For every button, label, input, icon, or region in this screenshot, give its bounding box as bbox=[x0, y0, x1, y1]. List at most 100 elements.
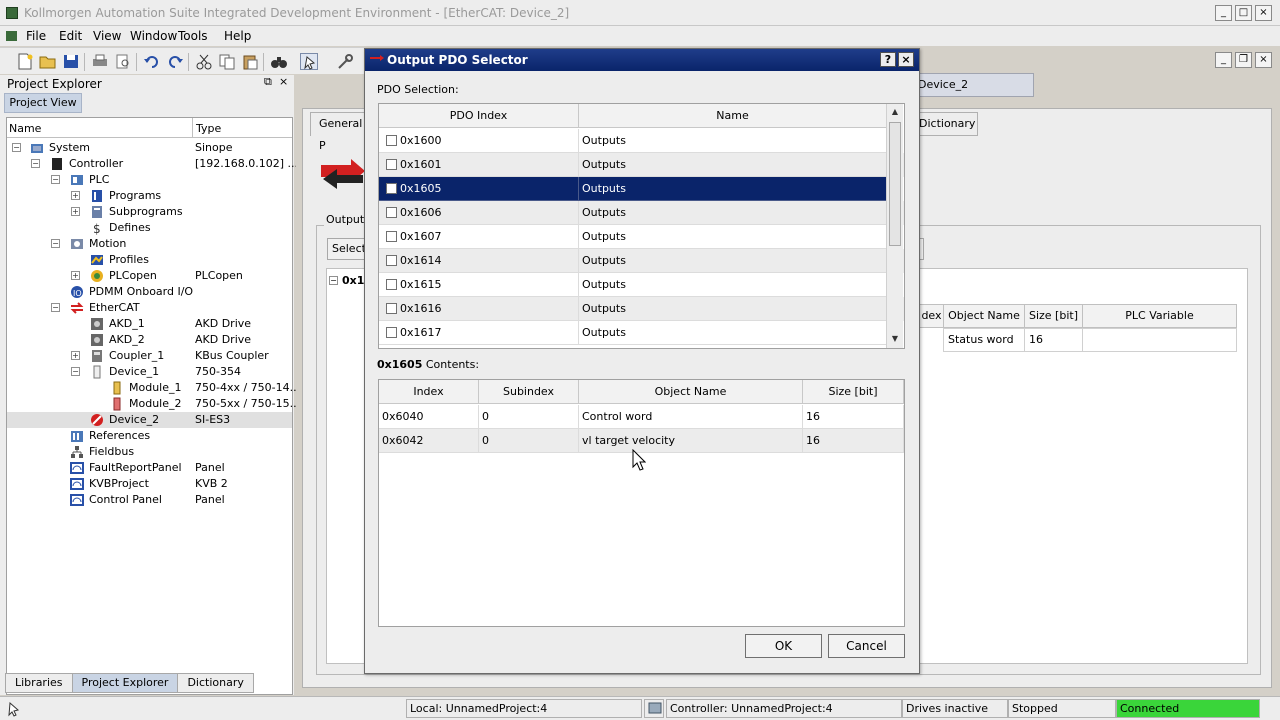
document-tab-device2[interactable]: Device_2 bbox=[913, 73, 1034, 97]
tools-icon[interactable] bbox=[336, 53, 354, 70]
pin-icon[interactable]: ⧉ bbox=[264, 75, 272, 89]
save-icon[interactable] bbox=[62, 53, 80, 70]
doc-minimize-button[interactable]: _ bbox=[1215, 52, 1232, 68]
collapse-icon[interactable]: − bbox=[329, 276, 338, 285]
tree-item-akd2[interactable]: AKD_2 AKD Drive bbox=[7, 332, 292, 348]
close-panel-icon[interactable]: × bbox=[279, 75, 288, 88]
tab-general[interactable]: General P bbox=[310, 112, 370, 152]
tree-item-akd1[interactable]: AKD_1 AKD Drive bbox=[7, 316, 292, 332]
column-header-subindex[interactable]: Subindex bbox=[479, 380, 579, 404]
column-header-name[interactable]: Name bbox=[579, 104, 887, 128]
paste-icon[interactable] bbox=[241, 53, 259, 70]
expand-icon[interactable]: + bbox=[71, 191, 80, 200]
column-header-pdo-index[interactable]: PDO Index bbox=[379, 104, 579, 128]
tree-item-references[interactable]: References bbox=[7, 428, 292, 444]
tree-item-profiles[interactable]: Profiles bbox=[7, 252, 292, 268]
tree-item-controller[interactable]: − Controller [192.168.0.102] ... bbox=[7, 156, 298, 172]
tree-item-subprograms[interactable]: + Subprograms bbox=[7, 204, 292, 220]
menu-window[interactable]: Window bbox=[130, 29, 177, 43]
expand-icon[interactable]: + bbox=[71, 271, 80, 280]
pdo-checkbox[interactable] bbox=[386, 303, 397, 314]
menu-edit[interactable]: Edit bbox=[59, 29, 82, 43]
tree-item-defines[interactable]: $ Defines bbox=[7, 220, 292, 236]
column-header-index[interactable]: Index bbox=[379, 380, 479, 404]
pdo-row-0x1606[interactable]: 0x1606 Outputs bbox=[379, 201, 904, 225]
collapse-icon[interactable]: − bbox=[12, 143, 21, 152]
tab-dictionary[interactable]: Dictionary bbox=[177, 673, 254, 693]
copy-icon[interactable] bbox=[218, 53, 236, 70]
tree-item-coupler1[interactable]: + Coupler_1 KBus Coupler bbox=[7, 348, 292, 364]
pdo-row-0x1600[interactable]: 0x1600 Outputs bbox=[379, 129, 904, 153]
redo-icon[interactable] bbox=[166, 53, 184, 70]
doc-close-button[interactable]: × bbox=[1255, 52, 1272, 68]
tree-item-ethercat[interactable]: − EtherCAT bbox=[7, 300, 292, 316]
collapse-icon[interactable]: − bbox=[51, 175, 60, 184]
tree-item-module2[interactable]: Module_2 750-5xx / 750-15... bbox=[7, 396, 300, 412]
print-preview-icon[interactable] bbox=[114, 53, 132, 70]
print-icon[interactable] bbox=[91, 53, 109, 70]
tree-item-device1[interactable]: − Device_1 750-354 bbox=[7, 364, 292, 380]
pdo-row-0x1605[interactable]: 0x1605 Outputs bbox=[379, 177, 887, 201]
pdo-checkbox[interactable] bbox=[386, 135, 397, 146]
scroll-thumb[interactable] bbox=[889, 122, 901, 246]
pdo-row-0x1601[interactable]: 0x1601 Outputs bbox=[379, 153, 904, 177]
tree-item-plcopen[interactable]: + PLCopen PLCopen bbox=[7, 268, 292, 284]
column-divider[interactable] bbox=[192, 118, 193, 138]
tree-item-pdmm-onboard-io[interactable]: IO PDMM Onboard I/O bbox=[7, 284, 292, 300]
tree-item-plc[interactable]: − PLC bbox=[7, 172, 292, 188]
help-button[interactable]: ? bbox=[880, 52, 896, 67]
column-header-plc-variable[interactable]: PLC Variable bbox=[1082, 304, 1237, 328]
find-binoculars-icon[interactable] bbox=[270, 53, 288, 70]
undo-icon[interactable] bbox=[143, 53, 161, 70]
collapse-icon[interactable]: − bbox=[51, 239, 60, 248]
tab-editor-dictionary[interactable]: Dictionary bbox=[916, 112, 978, 136]
ok-button[interactable]: OK bbox=[745, 634, 822, 658]
scroll-down-icon[interactable]: ▼ bbox=[888, 332, 902, 346]
select-pdo-button[interactable]: Select bbox=[327, 238, 367, 260]
column-header-size[interactable]: Size [bit] bbox=[803, 380, 904, 404]
menu-help[interactable]: Help bbox=[224, 29, 251, 43]
content-row[interactable]: 0x6040 0 Control word 16 bbox=[379, 405, 904, 429]
pdo-checkbox[interactable] bbox=[386, 159, 397, 170]
collapse-icon[interactable]: − bbox=[71, 367, 80, 376]
tree-item-module1[interactable]: Module_1 750-4xx / 750-14... bbox=[7, 380, 300, 396]
pdo-row-0x1615[interactable]: 0x1615 Outputs bbox=[379, 273, 904, 297]
maximize-button[interactable]: □ bbox=[1235, 5, 1252, 21]
pdo-grid-scrollbar[interactable]: ▲ ▼ bbox=[886, 104, 903, 348]
menu-tools[interactable]: Tools bbox=[178, 29, 208, 43]
pointer-tool-icon[interactable] bbox=[300, 53, 318, 70]
tab-project-view[interactable]: Project View bbox=[4, 93, 82, 113]
column-header-name[interactable]: Name bbox=[9, 122, 41, 135]
tree-item-motion[interactable]: − Motion bbox=[7, 236, 292, 252]
cell-plc-variable[interactable] bbox=[1082, 328, 1237, 352]
doc-restore-button[interactable]: ❐ bbox=[1235, 52, 1252, 68]
expand-icon[interactable]: + bbox=[71, 207, 80, 216]
column-header-object-name[interactable]: Object Name bbox=[943, 304, 1025, 328]
tree-item-faultreportpanel[interactable]: FaultReportPanel Panel bbox=[7, 460, 292, 476]
minimize-button[interactable]: _ bbox=[1215, 5, 1232, 21]
tree-item-control-panel[interactable]: Control Panel Panel bbox=[7, 492, 292, 508]
pdo-checkbox[interactable] bbox=[386, 183, 397, 194]
scroll-up-icon[interactable]: ▲ bbox=[888, 105, 902, 119]
pdo-checkbox[interactable] bbox=[386, 207, 397, 218]
cancel-button[interactable]: Cancel bbox=[828, 634, 905, 658]
expand-icon[interactable]: + bbox=[71, 351, 80, 360]
column-header-type[interactable]: Type bbox=[196, 122, 221, 135]
cut-icon[interactable] bbox=[195, 53, 213, 70]
tab-project-explorer[interactable]: Project Explorer bbox=[71, 673, 179, 693]
column-header-size[interactable]: Size [bit] bbox=[1024, 304, 1083, 328]
new-file-icon[interactable] bbox=[16, 53, 34, 70]
pdo-checkbox[interactable] bbox=[386, 279, 397, 290]
menu-file[interactable]: File bbox=[26, 29, 46, 43]
tree-item-kvbproject[interactable]: KVBProject KVB 2 bbox=[7, 476, 292, 492]
pdo-row-0x1616[interactable]: 0x1616 Outputs bbox=[379, 297, 904, 321]
tree-item-fieldbus[interactable]: Fieldbus bbox=[7, 444, 292, 460]
collapse-icon[interactable]: − bbox=[51, 303, 60, 312]
menu-view[interactable]: View bbox=[93, 29, 121, 43]
tree-item-device2[interactable]: Device_2 SI-ES3 bbox=[7, 412, 292, 428]
pdo-checkbox[interactable] bbox=[386, 327, 397, 338]
pdo-row-0x1617[interactable]: 0x1617 Outputs bbox=[379, 321, 904, 345]
tab-libraries[interactable]: Libraries bbox=[5, 673, 73, 693]
column-header-object-name[interactable]: Object Name bbox=[579, 380, 803, 404]
column-header-index[interactable]: dex bbox=[919, 304, 944, 328]
